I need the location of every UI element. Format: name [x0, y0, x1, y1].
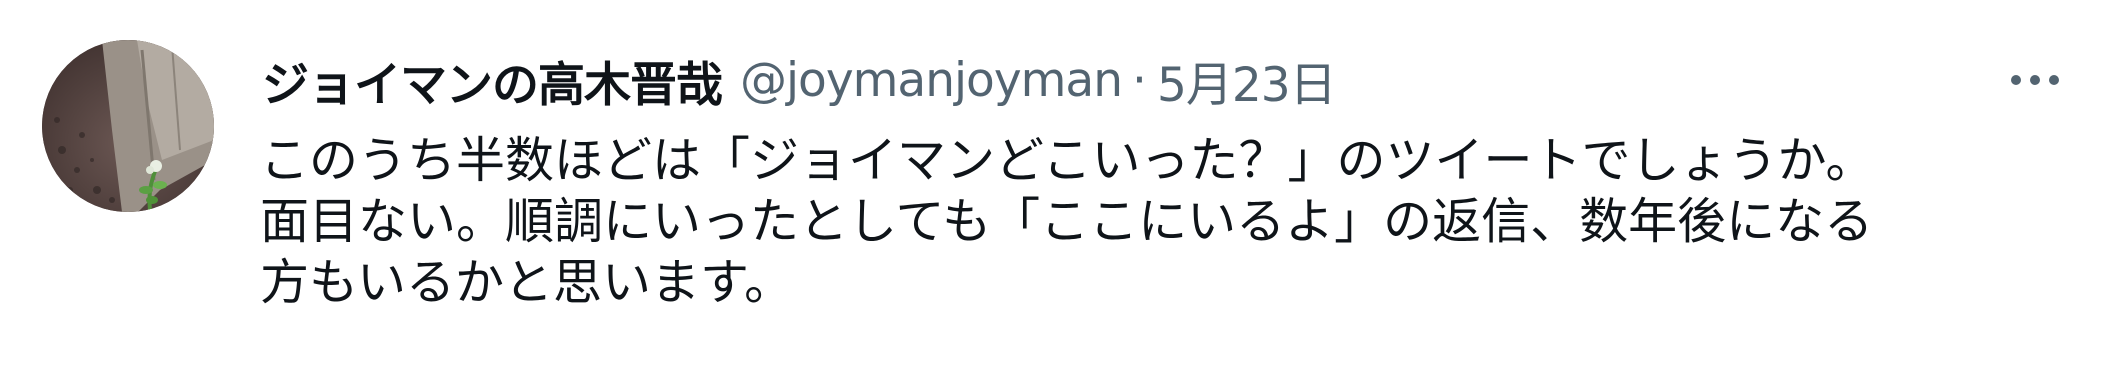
tweet-text-line: このうち半数ほどは「ジョイマンどこいった？」のツイートでしょうか。 — [260, 132, 1875, 189]
more-horizontal-icon — [2049, 75, 2059, 85]
tweet-text-line: 方もいるかと思います。 — [260, 254, 794, 311]
tweet-header: ジョイマンの高木晋哉 @joymanjoyman · 5月23日 — [262, 44, 1337, 116]
tweet-card[interactable]: ジョイマンの高木晋哉 @joymanjoyman · 5月23日 このうち半数ほ… — [0, 0, 2109, 378]
separator-dot: · — [1132, 52, 1147, 108]
more-horizontal-icon — [2030, 75, 2040, 85]
tweet-date[interactable]: 5月23日 — [1157, 46, 1337, 115]
more-horizontal-icon — [2011, 75, 2021, 85]
tweet-text-line: 面目ない。順調にいったとしても「ここにいるよ」の返信、数年後になる — [260, 193, 1874, 250]
display-name[interactable]: ジョイマンの高木晋哉 — [262, 46, 723, 115]
more-options-button[interactable] — [1990, 50, 2080, 110]
avatar[interactable] — [42, 40, 214, 212]
avatar-photo — [42, 40, 214, 212]
tweet-text: このうち半数ほどは「ジョイマンどこいった？」のツイートでしょうか。 面目ない。順… — [260, 130, 2090, 313]
user-handle[interactable]: @joymanjoyman — [740, 53, 1123, 108]
